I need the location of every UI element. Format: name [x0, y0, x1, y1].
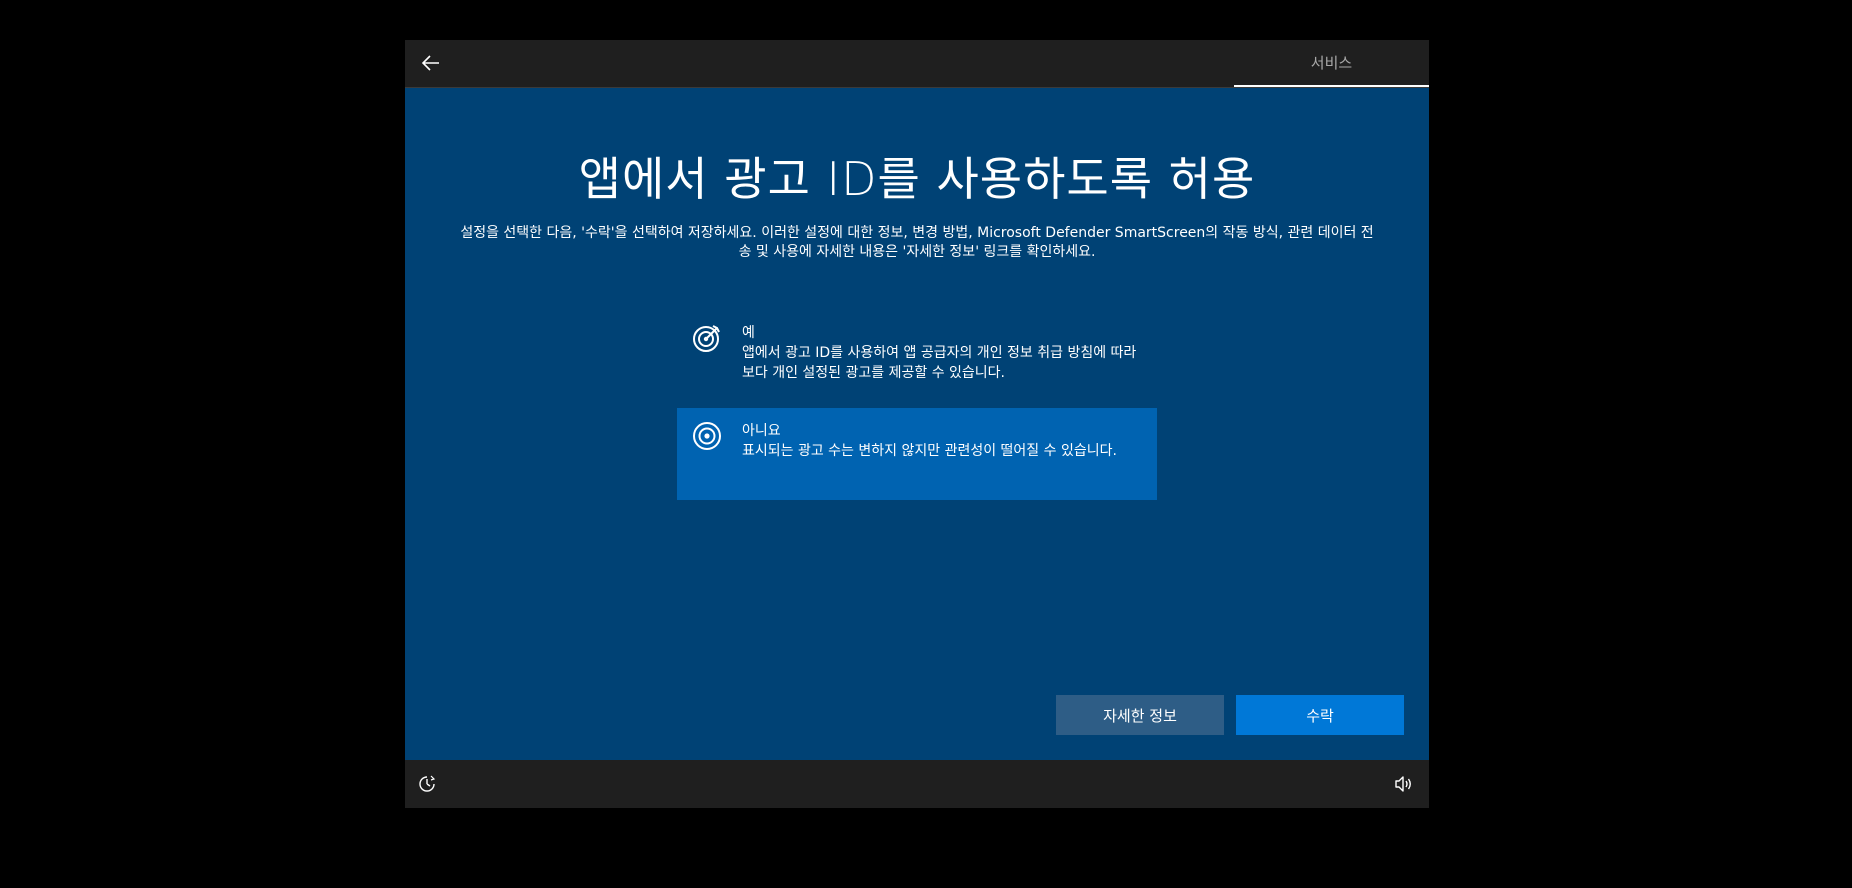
- target-icon: [693, 422, 721, 450]
- option-no[interactable]: 아니요 표시되는 광고 수는 변하지 않지만 관련성이 떨어질 수 있습니다.: [677, 408, 1157, 500]
- accept-button[interactable]: 수락: [1236, 695, 1404, 735]
- back-button[interactable]: [413, 46, 449, 80]
- volume-icon[interactable]: [1393, 774, 1413, 794]
- learn-more-button[interactable]: 자세한 정보: [1056, 695, 1224, 735]
- top-bar: 서비스: [405, 40, 1429, 88]
- tab-services: 서비스: [1234, 40, 1429, 87]
- option-no-title: 아니요: [742, 423, 781, 439]
- option-yes-title: 예: [742, 325, 755, 341]
- page-subtitle: 설정을 선택한 다음, '수락'을 선택하여 저장하세요. 이러한 설정에 대한…: [460, 225, 1374, 260]
- option-yes[interactable]: 예 앱에서 광고 ID를 사용하여 앱 공급자의 개인 정보 취급 방침에 따라…: [677, 310, 1157, 402]
- oobe-window: 서비스 앱에서 광고 ID를 사용하도록 허용 설정을 선택한 다음, '수락'…: [405, 40, 1429, 808]
- option-yes-description: 앱에서 광고 ID를 사용하여 앱 공급자의 개인 정보 취급 방침에 따라 보…: [742, 345, 1137, 381]
- accessibility-icon[interactable]: [417, 774, 437, 794]
- back-arrow-icon: [421, 55, 439, 71]
- bottom-bar: [405, 760, 1429, 808]
- page-title: 앱에서 광고 ID를 사용하도록 허용: [578, 152, 1256, 206]
- target-arrow-icon: [693, 325, 720, 352]
- option-no-description: 표시되는 광고 수는 변하지 않지만 관련성이 떨어질 수 있습니다.: [742, 443, 1117, 459]
